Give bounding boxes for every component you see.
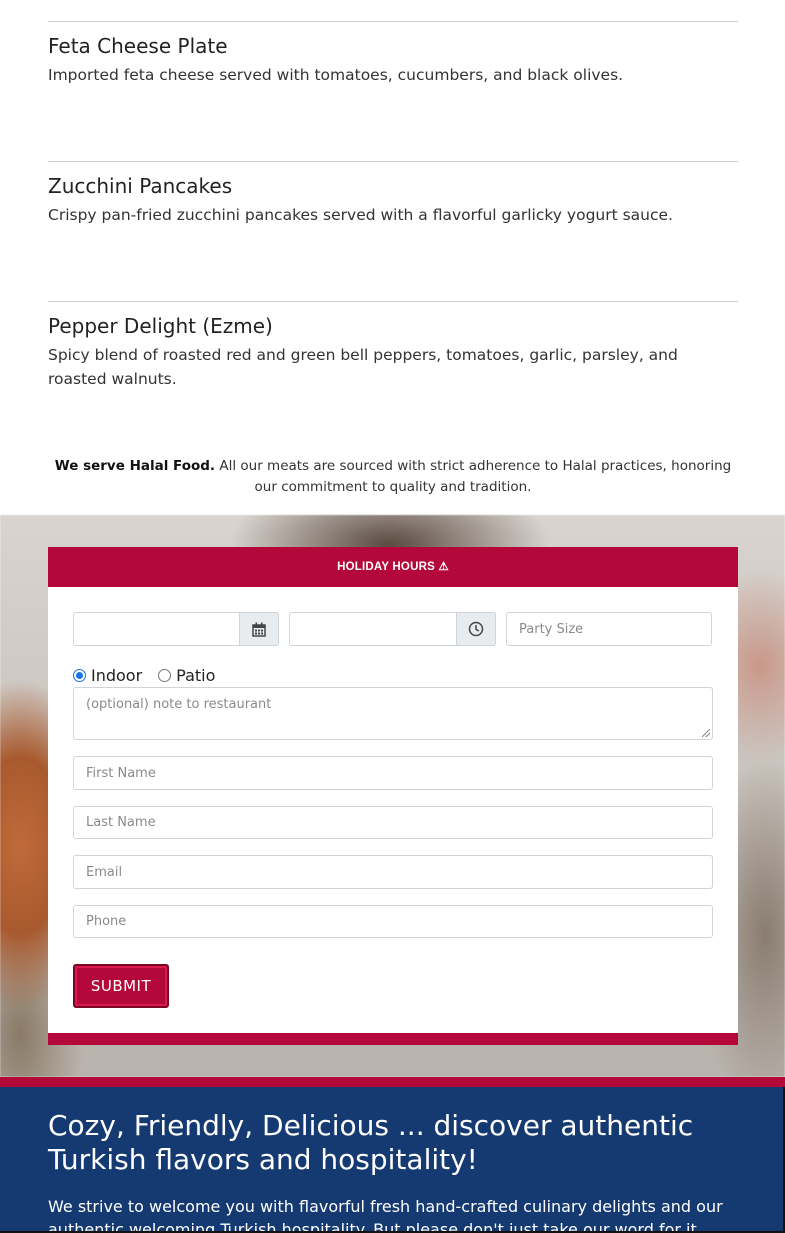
- halal-notice: We serve Halal Food. All our meats are s…: [48, 456, 738, 498]
- patio-label[interactable]: Patio: [176, 666, 215, 685]
- menu-item: Pepper Delight (Ezme) Spicy blend of roa…: [48, 301, 738, 391]
- party-size-input[interactable]: Party Size: [506, 612, 712, 646]
- calendar-icon[interactable]: [239, 612, 279, 646]
- menu-item-description: Crispy pan-fried zucchini pancakes serve…: [48, 206, 673, 224]
- card-footer-bar: [48, 1033, 738, 1045]
- seating-options: Indoor Patio: [73, 665, 215, 685]
- phone-field[interactable]: Phone: [73, 905, 713, 938]
- menu-item: Zucchini Pancakes Crispy pan-fried zucch…: [48, 161, 738, 227]
- clock-icon[interactable]: [456, 612, 496, 646]
- indoor-label[interactable]: Indoor: [91, 666, 142, 685]
- patio-radio[interactable]: [158, 668, 172, 682]
- menu-item-name: Feta Cheese Plate: [48, 34, 228, 58]
- first-name-field[interactable]: First Name: [73, 756, 713, 790]
- reservation-form: HOLIDAY HOURS ⚠ Party Size Indoor Patio …: [48, 547, 738, 1045]
- email-field[interactable]: Email: [73, 855, 713, 889]
- menu-item-name: Pepper Delight (Ezme): [48, 314, 273, 338]
- footer-accent-band: [0, 1077, 785, 1087]
- indoor-radio[interactable]: [73, 668, 86, 682]
- about-section: Cozy, Friendly, Delicious ... discover a…: [0, 1087, 785, 1233]
- about-text: We strive to welcome you with flavorful …: [48, 1197, 723, 1233]
- date-input[interactable]: [73, 612, 279, 646]
- menu-item-name: Zucchini Pancakes: [48, 174, 233, 198]
- menu-item: Feta Cheese Plate Imported feta cheese s…: [48, 21, 738, 87]
- resize-handle[interactable]: [702, 729, 710, 737]
- menu-item-description: Imported feta cheese served with tomatoe…: [48, 66, 624, 84]
- menu-item-description: Spicy blend of roasted red and green bel…: [48, 346, 678, 388]
- about-heading: Cozy, Friendly, Delicious ... discover a…: [48, 1109, 694, 1176]
- note-textarea[interactable]: (optional) note to restaurant: [73, 687, 713, 740]
- time-input[interactable]: [289, 612, 496, 646]
- halal-notice-text: All our meats are sourced with strict ad…: [215, 458, 732, 495]
- holiday-hours-banner[interactable]: HOLIDAY HOURS ⚠: [48, 547, 738, 587]
- last-name-field[interactable]: Last Name: [73, 806, 713, 839]
- halal-notice-bold: We serve Halal Food.: [54, 458, 216, 474]
- submit-button[interactable]: SUBMIT: [73, 964, 169, 1008]
